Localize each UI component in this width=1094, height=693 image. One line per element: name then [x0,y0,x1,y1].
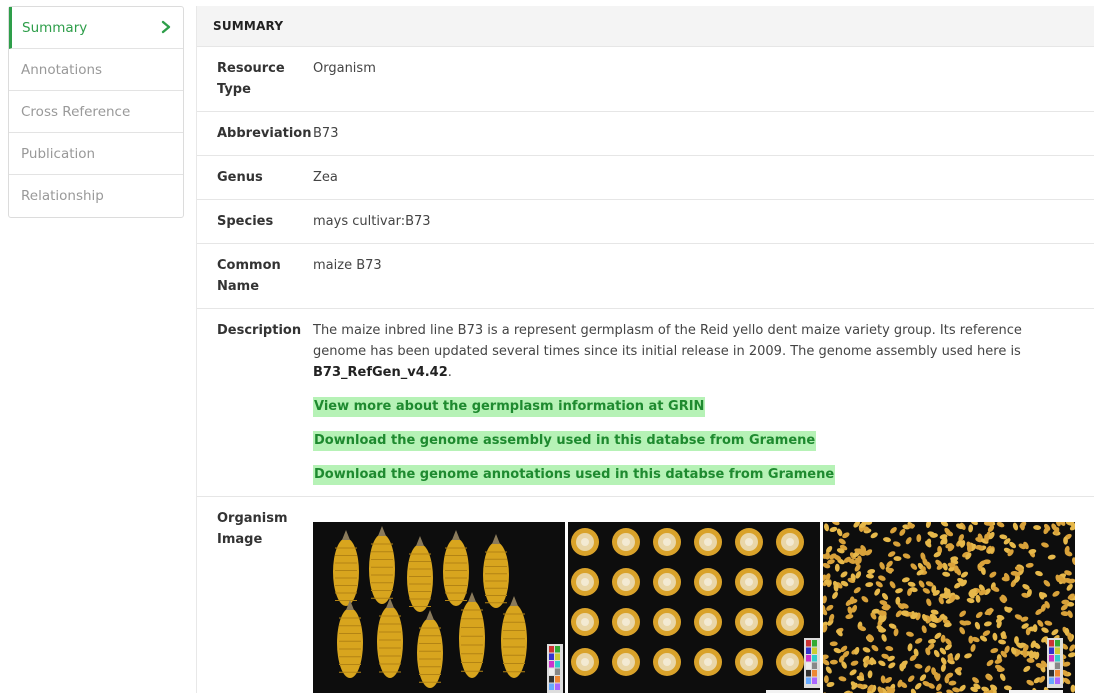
detail-row-organism-image: Organism Image [197,496,1094,693]
download-genome-assembly-link[interactable]: Download the genome assembly used in thi… [313,431,817,451]
sidebar-nav: Summary Annotations Cross Reference Publ… [8,6,184,218]
description-value: The maize inbred line B73 is a represent… [313,308,1094,497]
sidebar-item-relationship[interactable]: Relationship [9,175,183,217]
maize-kernels-image[interactable] [823,522,1075,693]
sidebar-item-label: Publication [21,145,96,162]
sidebar-item-label: Annotations [21,61,103,78]
detail-row-common-name: Common Name maize B73 [197,243,1094,309]
sidebar-item-annotations[interactable]: Annotations [9,49,183,91]
sidebar-item-label: Cross Reference [21,103,131,120]
species-value: mays cultivar:B73 [313,199,1094,244]
resource-type-value: Organism [313,47,1094,112]
description-body: The maize inbred line B73 is a represent… [313,323,1022,359]
organism-image-label: Organism Image [197,496,313,693]
panel-title: SUMMARY [197,6,1094,47]
resource-type-label: Resource Type [197,47,313,112]
detail-row-description: Description The maize inbred line B73 is… [197,308,1094,497]
detail-row-resource-type: Resource Type Organism [197,47,1094,112]
sidebar-item-publication[interactable]: Publication [9,133,183,175]
sidebar-item-summary[interactable]: Summary [9,7,183,49]
common-name-label: Common Name [197,243,313,309]
details-table: Resource Type Organism Abbreviation B73 … [197,47,1094,693]
description-label: Description [197,308,313,497]
detail-row-species: Species mays cultivar:B73 [197,199,1094,244]
summary-panel: SUMMARY Resource Type Organism Abbreviat… [196,6,1094,693]
assembly-name: B73_RefGen_v4.42 [313,365,448,380]
abbreviation-label: Abbreviation [197,111,313,156]
chevron-right-icon [161,20,171,34]
description-end: . [447,365,452,380]
abbreviation-value: B73 [313,111,1094,156]
detail-row-genus: Genus Zea [197,155,1094,200]
download-genome-annotations-link[interactable]: Download the genome annotations used in … [313,465,836,485]
organism-image-gallery [313,522,1075,693]
species-label: Species [197,199,313,244]
genus-value: Zea [313,155,1094,200]
sidebar-item-cross-reference[interactable]: Cross Reference [9,91,183,133]
sidebar-item-label: Summary [22,19,88,36]
sidebar-item-label: Relationship [21,188,104,204]
description-text: The maize inbred line B73 is a represent… [313,320,1075,383]
maize-ears-image[interactable] [313,522,565,693]
genus-label: Genus [197,155,313,200]
maize-cob-sections-image[interactable] [568,522,820,693]
detail-row-abbreviation: Abbreviation B73 [197,111,1094,156]
grin-germplasm-link[interactable]: View more about the germplasm informatio… [313,397,706,417]
common-name-value: maize B73 [313,243,1094,309]
